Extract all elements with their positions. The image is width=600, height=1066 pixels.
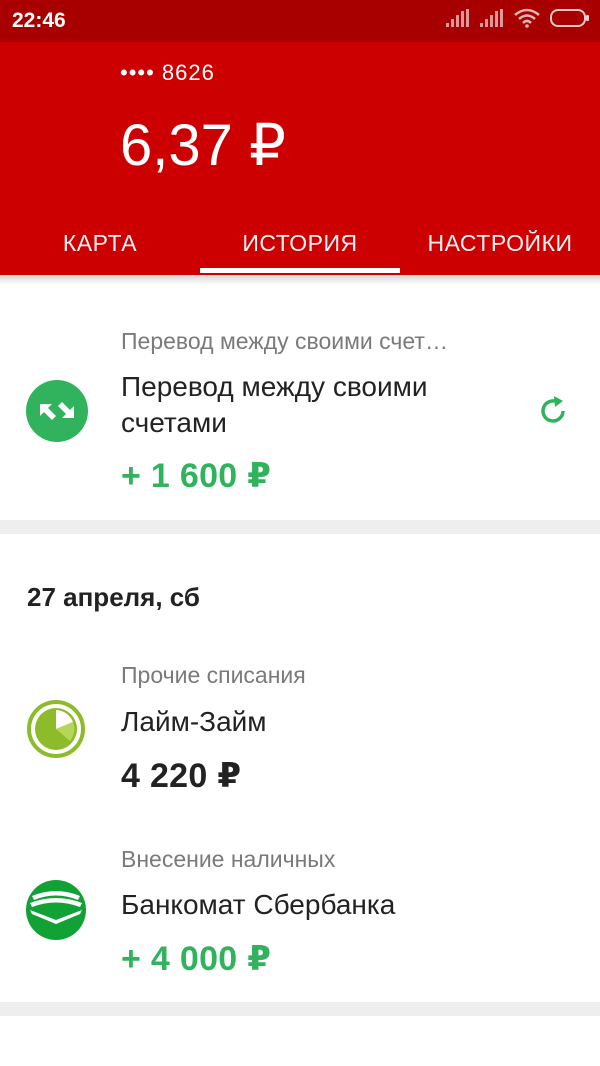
status-icons xyxy=(446,8,590,28)
card-number: •••• 8626 xyxy=(120,60,215,85)
tab-card[interactable]: КАРТА xyxy=(0,212,200,275)
section-divider xyxy=(0,1002,600,1016)
balance-amount: 6,37 ₽ xyxy=(120,113,286,178)
repeat-icon[interactable] xyxy=(536,394,570,428)
date-header: 27 апреля, сб xyxy=(27,582,200,612)
transaction-category: Внесение наличных xyxy=(121,846,336,872)
tab-bar: КАРТА ИСТОРИЯ НАСТРОЙКИ xyxy=(0,212,600,275)
status-bar: 22:46 xyxy=(0,0,600,42)
transaction-category: Прочие списания xyxy=(121,662,306,688)
battery-icon xyxy=(550,9,589,27)
tab-settings[interactable]: НАСТРОЙКИ xyxy=(400,212,600,275)
header-shadow xyxy=(0,275,600,285)
signal-icon-2 xyxy=(480,9,503,27)
transfer-arrows-icon xyxy=(26,380,88,442)
transaction-category: Перевод между своими счет… xyxy=(121,328,448,354)
tab-history[interactable]: ИСТОРИЯ xyxy=(200,212,400,275)
sberbank-logo-icon xyxy=(26,880,86,940)
lime-zaim-logo-icon xyxy=(27,700,85,758)
transaction-title: Банкомат Сбербанка xyxy=(121,889,396,920)
transaction-title: Лайм-Займ xyxy=(121,706,267,737)
section-divider xyxy=(0,520,600,534)
wifi-icon xyxy=(514,8,540,28)
transaction-amount: + 4 000 ₽ xyxy=(121,940,272,978)
signal-icon xyxy=(446,9,469,27)
transaction-title: Перевод между своими счетами xyxy=(121,371,428,438)
transaction-amount: + 1 600 ₽ xyxy=(121,457,272,495)
account-header: •••• 8626 6,37 ₽ КАРТА ИСТОРИЯ НАСТРОЙКИ xyxy=(0,42,600,275)
active-tab-indicator xyxy=(200,268,400,273)
transaction-amount: 4 220 ₽ xyxy=(121,757,242,795)
status-time: 22:46 xyxy=(12,9,66,32)
